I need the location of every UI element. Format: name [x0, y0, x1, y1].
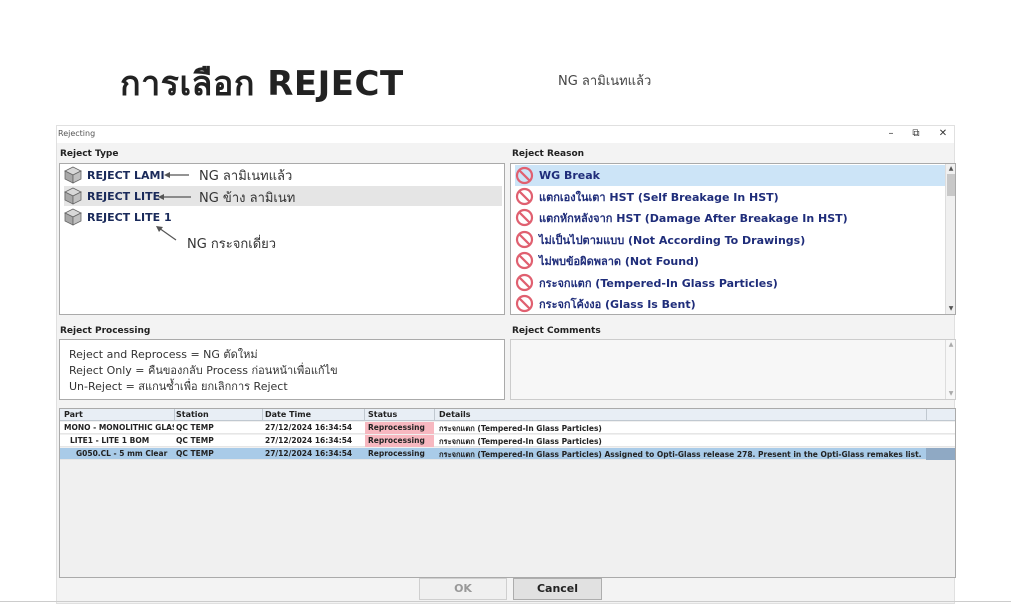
column-header-status[interactable]: Status: [368, 410, 397, 419]
cell-part: MONO - MONOLITHIC GLASS: [64, 423, 174, 432]
restore-button[interactable]: ⧉: [908, 127, 924, 141]
reject-type-item-lite1[interactable]: REJECT LITE 1: [64, 207, 364, 227]
reason-scrollbar[interactable]: ▲ ▼: [945, 164, 955, 314]
minimize-button[interactable]: –: [883, 127, 899, 141]
reason-item[interactable]: กระจกแตก (Tempered-In Glass Particles): [515, 272, 943, 293]
comments-scrollbar[interactable]: ▲ ▼: [945, 340, 955, 399]
prohibited-icon: [515, 294, 534, 313]
table-row[interactable]: MONO - MONOLITHIC GLASS QC TEMP 27/12/20…: [60, 422, 955, 434]
table-row[interactable]: G050.CL - 5 mm Clear QC TEMP 27/12/2024 …: [60, 448, 955, 460]
reason-item[interactable]: WG Break: [515, 165, 946, 186]
reason-label: แตกหักหลังจาก HST (Damage After Breakage…: [539, 211, 848, 225]
reject-processing-label: Reject Processing: [60, 326, 151, 336]
cell-datetime: 27/12/2024 16:34:54: [265, 449, 353, 458]
slide-title: การเลือก REJECT: [120, 64, 404, 104]
column-header-details[interactable]: Details: [439, 410, 471, 419]
cell-part: G050.CL - 5 mm Clear: [76, 449, 168, 458]
arrow-left-icon: [164, 172, 189, 178]
reason-label: WG Break: [539, 169, 600, 182]
arrow-left-icon: [158, 194, 191, 200]
reason-label: ไม่พบข้อผิดพลาด (Not Found): [539, 254, 699, 268]
cell-station: QC TEMP: [176, 436, 214, 445]
cell-status: Reprocessing: [368, 436, 425, 445]
reason-label: ไม่เป็นไปตามแบบ (Not According To Drawin…: [539, 233, 806, 247]
annotation-lite: NG ข้าง ลามิเนท: [199, 191, 296, 206]
rejecting-window: Rejecting – ⧉ ✕ Reject Type REJECT LAMI …: [56, 125, 956, 604]
scroll-thumb[interactable]: [947, 174, 955, 196]
reason-item[interactable]: แตกเองในเตา HST (Self Breakage In HST): [515, 186, 943, 207]
scroll-down-icon[interactable]: ▼: [946, 304, 955, 314]
cell-datetime: 27/12/2024 16:34:54: [265, 436, 353, 445]
table-row[interactable]: LITE1 - LITE 1 BOM QC TEMP 27/12/2024 16…: [60, 435, 955, 447]
cell-station: QC TEMP: [176, 423, 214, 432]
reject-type-label: Reject Type: [60, 149, 119, 159]
cube-icon: [64, 187, 82, 205]
scroll-up-icon[interactable]: ▲: [946, 340, 955, 350]
reason-label: กระจกแตก (Tempered-In Glass Particles): [539, 276, 778, 290]
cube-icon: [64, 208, 82, 226]
reject-comments-input[interactable]: ▲ ▼: [510, 339, 956, 400]
column-header-part[interactable]: Part: [64, 410, 83, 419]
prohibited-icon: [515, 187, 534, 206]
reason-item[interactable]: ไม่พบข้อผิดพลาด (Not Found): [515, 250, 943, 271]
reason-label: กระจกโค้งงอ (Glass Is Bent): [539, 297, 696, 311]
prohibited-icon: [515, 230, 534, 249]
cell-status: Reprocessing: [368, 423, 425, 432]
reject-comments-label: Reject Comments: [512, 326, 601, 336]
close-button[interactable]: ✕: [935, 127, 951, 141]
slide-note: NG ลามิเนทแล้ว: [558, 74, 652, 89]
reject-type-list[interactable]: REJECT LAMI REJECT LITE REJECT LITE 1 NG…: [59, 163, 505, 315]
annotation-lite1: NG กระจกเดี่ยว: [187, 237, 277, 252]
ok-button[interactable]: OK: [419, 578, 507, 600]
prohibited-icon: [515, 166, 534, 185]
arrow-up-left-icon: [156, 226, 177, 241]
prohibited-icon: [515, 208, 534, 227]
cell-part: LITE1 - LITE 1 BOM: [70, 436, 150, 445]
cell-station: QC TEMP: [176, 449, 214, 458]
cell-datetime: 27/12/2024 16:34:54: [265, 423, 353, 432]
reject-history-grid[interactable]: Part Station Date Time Status Details MO…: [59, 408, 956, 578]
title-bar: Rejecting – ⧉ ✕: [57, 126, 954, 143]
processing-line: Un-Reject = สแกนซ้ำเพื่อ ยกเลิกการ Rejec…: [69, 380, 288, 393]
scroll-up-icon[interactable]: ▲: [946, 164, 955, 174]
cell-status: Reprocessing: [368, 449, 425, 458]
column-header-datetime[interactable]: Date Time: [265, 410, 311, 419]
scroll-down-icon[interactable]: ▼: [946, 389, 955, 399]
cell-details: กระจกแตก (Tempered-In Glass Particles): [439, 437, 602, 446]
reason-item[interactable]: ไม่เป็นไปตามแบบ (Not According To Drawin…: [515, 229, 943, 250]
prohibited-icon: [515, 251, 534, 270]
reject-processing-box: Reject and Reprocess = NG ตัดใหม่ Reject…: [59, 339, 505, 400]
reason-item[interactable]: กระจกโค้งงอ (Glass Is Bent): [515, 293, 943, 314]
grid-header: Part Station Date Time Status Details: [60, 409, 955, 421]
reject-type-label-text: REJECT LITE 1: [87, 210, 172, 224]
reject-reason-label: Reject Reason: [512, 149, 585, 159]
annotation-lami: NG ลามิเนทแล้ว: [199, 169, 293, 184]
prohibited-icon: [515, 273, 534, 292]
reason-item[interactable]: แตกหักหลังจาก HST (Damage After Breakage…: [515, 207, 943, 228]
window-title: Rejecting: [58, 129, 96, 138]
cube-icon: [64, 166, 82, 184]
reject-type-label-text: REJECT LITE: [87, 189, 161, 203]
column-header-station[interactable]: Station: [176, 410, 209, 419]
reason-label: แตกเองในเตา HST (Self Breakage In HST): [539, 190, 779, 204]
cell-details: กระจกแตก (Tempered-In Glass Particles) A…: [439, 450, 922, 459]
reject-type-label-text: REJECT LAMI: [87, 168, 165, 182]
cancel-button[interactable]: Cancel: [513, 578, 602, 600]
cell-details: กระจกแตก (Tempered-In Glass Particles): [439, 424, 602, 433]
reject-reason-list[interactable]: WG Break แตกเองในเตา HST (Self Breakage …: [510, 163, 956, 315]
